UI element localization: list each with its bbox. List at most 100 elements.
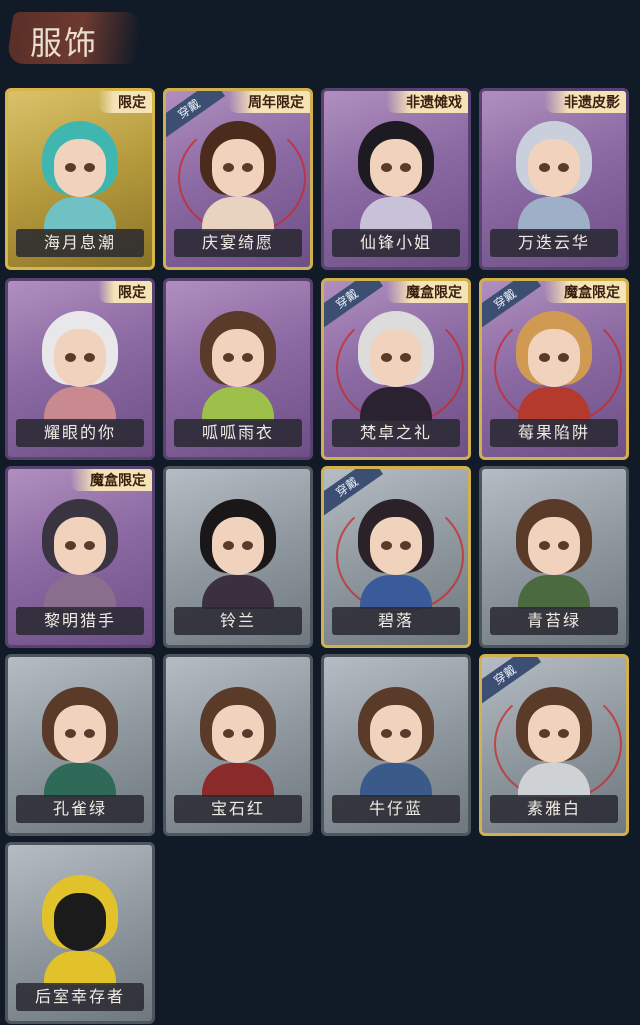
portrait-eye (381, 353, 392, 362)
portrait-eye (381, 541, 392, 550)
portrait-eye (400, 541, 411, 550)
portrait-outfit (202, 575, 274, 609)
limited-tag: 周年限定 (228, 91, 310, 113)
costume-card[interactable]: 魔盒限定 穿戴 梵卓之礼 (321, 278, 471, 460)
character-portrait (32, 491, 128, 609)
portrait-face (370, 329, 422, 387)
portrait-outfit (202, 387, 274, 421)
limited-tag: 非遗皮影 (544, 91, 626, 113)
portrait-eye (558, 163, 569, 172)
costume-card[interactable]: 穿戴 碧落 (321, 466, 471, 648)
portrait-eye (223, 729, 234, 738)
costume-name: 宝石红 (174, 795, 302, 823)
portrait-outfit (518, 575, 590, 609)
costume-name: 梵卓之礼 (332, 419, 460, 447)
costume-card[interactable]: 铃兰 (163, 466, 313, 648)
costume-card[interactable]: 宝石红 (163, 654, 313, 836)
costume-card[interactable]: 限定海月息潮 (5, 88, 155, 270)
character-portrait (348, 113, 444, 231)
character-portrait (32, 867, 128, 985)
costume-card[interactable]: 非遗傩戏 仙锋小姐 (321, 88, 471, 270)
portrait-face (528, 139, 580, 197)
costume-name: 孔雀绿 (16, 795, 144, 823)
costume-name: 海月息潮 (16, 229, 144, 257)
portrait-outfit (360, 197, 432, 231)
costume-name: 青苔绿 (490, 607, 618, 635)
character-portrait (190, 303, 286, 421)
portrait-eye (223, 541, 234, 550)
costume-name: 碧落 (332, 607, 460, 635)
portrait-face (212, 329, 264, 387)
portrait-face (212, 139, 264, 197)
costume-card[interactable]: 周年限定 穿戴 庆宴绮愿 (163, 88, 313, 270)
character-portrait (506, 679, 602, 797)
portrait-face (54, 139, 106, 197)
portrait-eye (400, 729, 411, 738)
costume-name: 庆宴绮愿 (174, 229, 302, 257)
portrait-eye (65, 729, 76, 738)
portrait-eye (539, 729, 550, 738)
costume-name: 铃兰 (174, 607, 302, 635)
costume-card[interactable]: 非遗皮影万迭云华 (479, 88, 629, 270)
portrait-face (528, 705, 580, 763)
portrait-eye (558, 353, 569, 362)
costume-card[interactable]: 后室幸存者 (5, 842, 155, 1024)
portrait-face (54, 329, 106, 387)
portrait-outfit (202, 197, 274, 231)
portrait-outfit (518, 197, 590, 231)
character-portrait (506, 303, 602, 421)
limited-tag: 限定 (98, 91, 152, 113)
portrait-eye (65, 163, 76, 172)
portrait-eye (539, 353, 550, 362)
portrait-eye (84, 353, 95, 362)
costume-card[interactable]: 穿戴 素雅白 (479, 654, 629, 836)
portrait-eye (400, 353, 411, 362)
character-portrait (190, 679, 286, 797)
portrait-outfit (44, 575, 116, 609)
portrait-eye (539, 541, 550, 550)
character-portrait (348, 491, 444, 609)
costume-card[interactable]: 呱呱雨衣 (163, 278, 313, 460)
portrait-eye (381, 729, 392, 738)
limited-tag: 魔盒限定 (386, 281, 468, 303)
portrait-face (370, 705, 422, 763)
portrait-face (54, 517, 106, 575)
costume-name: 仙锋小姐 (332, 229, 460, 257)
gas-mask (54, 893, 106, 951)
portrait-eye (242, 541, 253, 550)
portrait-eye (223, 353, 234, 362)
costume-card[interactable]: 青苔绿 (479, 466, 629, 648)
costume-card[interactable]: 魔盒限定 黎明猎手 (5, 466, 155, 648)
portrait-outfit (44, 763, 116, 797)
portrait-outfit (44, 387, 116, 421)
character-portrait (32, 303, 128, 421)
portrait-eye (84, 163, 95, 172)
portrait-eye (539, 163, 550, 172)
character-portrait (506, 491, 602, 609)
character-portrait (190, 113, 286, 231)
portrait-outfit (202, 763, 274, 797)
character-portrait (32, 679, 128, 797)
portrait-face (370, 139, 422, 197)
costume-card[interactable]: 魔盒限定 穿戴 莓果陷阱 (479, 278, 629, 460)
costume-card[interactable]: 牛仔蓝 (321, 654, 471, 836)
limited-tag: 魔盒限定 (70, 469, 152, 491)
portrait-outfit (518, 387, 590, 421)
portrait-outfit (360, 575, 432, 609)
limited-tag: 限定 (98, 281, 152, 303)
portrait-eye (65, 541, 76, 550)
portrait-eye (242, 729, 253, 738)
costume-card[interactable]: 孔雀绿 (5, 654, 155, 836)
costume-name: 后室幸存者 (16, 983, 144, 1011)
portrait-outfit (518, 763, 590, 797)
character-portrait (190, 491, 286, 609)
costume-card[interactable]: 限定 耀眼的你 (5, 278, 155, 460)
costume-name: 万迭云华 (490, 229, 618, 257)
portrait-eye (65, 353, 76, 362)
portrait-outfit (360, 387, 432, 421)
portrait-face (370, 517, 422, 575)
portrait-eye (84, 729, 95, 738)
portrait-eye (381, 163, 392, 172)
portrait-face (528, 517, 580, 575)
limited-tag: 魔盒限定 (544, 281, 626, 303)
